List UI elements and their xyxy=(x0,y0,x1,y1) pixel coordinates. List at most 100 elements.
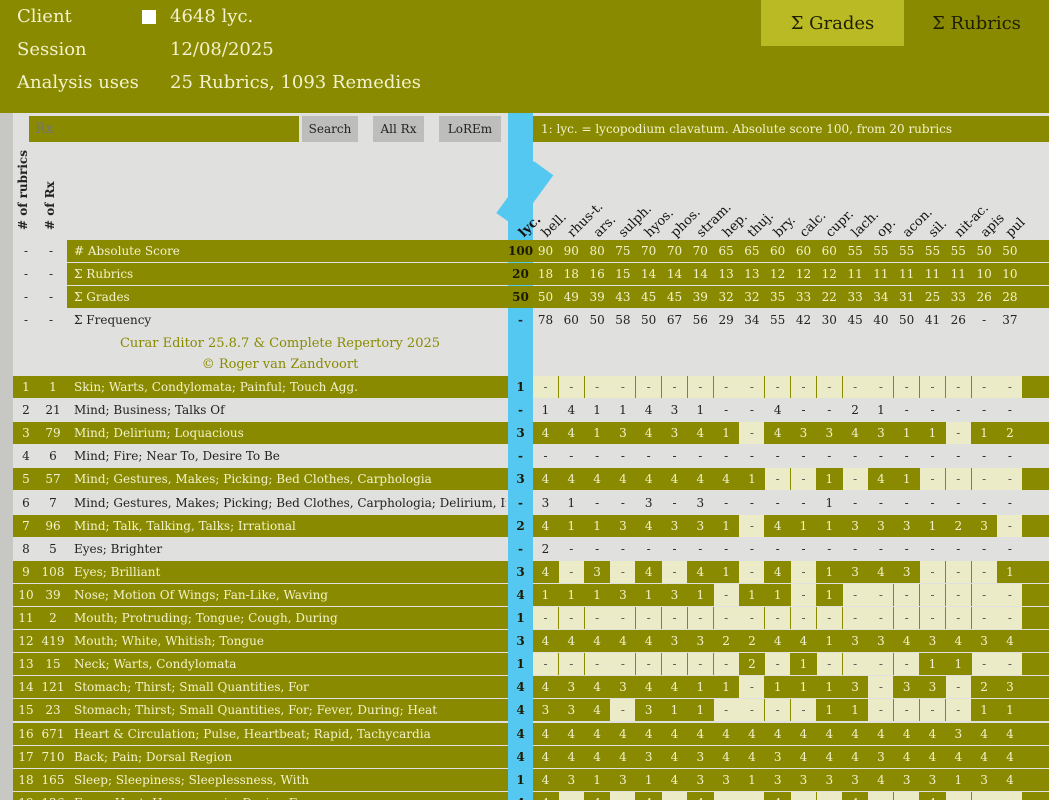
rubric-cell[interactable]: 4 xyxy=(662,769,687,791)
rubric-cell[interactable]: - xyxy=(920,468,945,490)
rubric-cell[interactable]: 1 xyxy=(687,676,713,698)
rubric-cell[interactable]: - xyxy=(662,445,687,467)
rubric-cell[interactable]: - xyxy=(791,538,816,560)
rubric-cell[interactable]: 3 xyxy=(610,769,636,791)
rubric-cell[interactable]: 1 xyxy=(533,399,558,421)
rubric-cell[interactable]: - xyxy=(791,584,816,606)
rubric-cell[interactable]: 1 xyxy=(816,699,842,721)
lorem-button[interactable]: LoREm xyxy=(439,116,501,142)
rubric-cell[interactable]: 1 xyxy=(816,492,842,514)
rubric-cell[interactable]: - xyxy=(945,399,971,421)
rubric-cell[interactable]: 1 xyxy=(920,653,945,675)
rubric-cell[interactable]: - xyxy=(636,376,662,398)
rubric-cell[interactable]: - xyxy=(636,607,662,629)
rubric-cell-selected[interactable]: 3 xyxy=(508,630,533,652)
rubric-cell-selected[interactable]: - xyxy=(508,445,533,467)
rubric-cell[interactable]: 4 xyxy=(894,746,920,768)
rubric-cell[interactable]: - xyxy=(971,653,997,675)
rubric-cell[interactable]: - xyxy=(868,376,894,398)
rubric-cell[interactable]: 1 xyxy=(894,422,920,444)
rubric-cell[interactable]: 4 xyxy=(791,746,816,768)
rubric-cell-selected[interactable]: - xyxy=(508,399,533,421)
rubric-cell[interactable]: 1 xyxy=(816,630,842,652)
rubric-cell[interactable]: - xyxy=(945,468,971,490)
rubric-cell[interactable]: - xyxy=(894,653,920,675)
rubric-cell[interactable]: 3 xyxy=(868,746,894,768)
rubric-cell[interactable]: 4 xyxy=(868,468,894,490)
rubric-cell[interactable]: 4 xyxy=(687,723,713,745)
rubric-cell[interactable]: - xyxy=(739,422,765,444)
remedy-label[interactable]: thuj. xyxy=(745,209,777,241)
rubric-label[interactable]: Mouth; White, Whitish; Tongue xyxy=(74,634,506,648)
rubric-cell[interactable]: 3 xyxy=(842,769,868,791)
rubric-cell[interactable]: 3 xyxy=(662,630,687,652)
rubric-cell[interactable]: - xyxy=(894,792,920,800)
rubric-cell[interactable]: 4 xyxy=(765,630,791,652)
rubric-cell-selected[interactable]: 3 xyxy=(508,422,533,444)
rubric-cell[interactable]: 2 xyxy=(739,630,765,652)
rubric-cell[interactable]: 4 xyxy=(558,746,584,768)
rubric-cell[interactable]: 4 xyxy=(610,723,636,745)
rubric-cell[interactable]: 1 xyxy=(610,399,636,421)
rubric-label[interactable]: Back; Pain; Dorsal Region xyxy=(74,750,506,764)
rubric-cell[interactable]: 1 xyxy=(765,584,791,606)
rubric-cell[interactable]: - xyxy=(610,376,636,398)
rubric-cell[interactable]: 1 xyxy=(920,515,945,537)
rubric-cell[interactable]: 4 xyxy=(584,676,610,698)
rubric-cell[interactable]: 4 xyxy=(945,746,971,768)
rubric-cell[interactable]: - xyxy=(662,607,687,629)
rubric-cell[interactable]: 1 xyxy=(791,676,816,698)
rx-search-input[interactable] xyxy=(29,116,299,142)
rubric-cell[interactable]: - xyxy=(997,515,1023,537)
rubric-cell[interactable]: - xyxy=(533,376,558,398)
rubric-cell[interactable]: 1 xyxy=(636,769,662,791)
rubric-cell[interactable]: 4 xyxy=(842,723,868,745)
rubric-cell[interactable]: - xyxy=(868,538,894,560)
rubric-label[interactable]: Nose; Motion Of Wings; Fan-Like, Waving xyxy=(74,588,506,602)
rubric-cell[interactable]: - xyxy=(791,399,816,421)
rubric-cell[interactable]: 3 xyxy=(558,699,584,721)
rubric-cell[interactable]: 1 xyxy=(687,399,713,421)
rubric-label[interactable]: Mouth; Protruding; Tongue; Cough, During xyxy=(74,611,506,625)
rubric-cell[interactable]: - xyxy=(868,699,894,721)
rubric-cell[interactable]: - xyxy=(816,445,842,467)
rubric-cell[interactable]: - xyxy=(739,792,765,800)
rubric-cell[interactable]: - xyxy=(997,792,1023,800)
rubric-label[interactable]: Mind; Gestures, Makes; Picking; Bed Clot… xyxy=(74,472,506,486)
rubric-cell[interactable]: 4 xyxy=(662,723,687,745)
rubric-cell[interactable]: - xyxy=(894,445,920,467)
rubric-cell[interactable]: 3 xyxy=(662,399,687,421)
rubric-cell[interactable]: 1 xyxy=(584,769,610,791)
rubric-cell[interactable]: - xyxy=(894,699,920,721)
rubric-cell[interactable]: 1 xyxy=(558,515,584,537)
rubric-cell[interactable]: 3 xyxy=(920,676,945,698)
rubric-cell[interactable]: - xyxy=(816,792,842,800)
rubric-cell[interactable]: 4 xyxy=(713,746,739,768)
rubric-cell-selected[interactable]: 4 xyxy=(508,699,533,721)
rubric-cell[interactable]: 4 xyxy=(584,468,610,490)
rubric-cell[interactable]: 2 xyxy=(971,676,997,698)
rubric-cell[interactable]: - xyxy=(945,607,971,629)
rubric-cell[interactable]: - xyxy=(791,792,816,800)
rubric-label[interactable]: Neck; Warts, Condylomata xyxy=(74,657,506,671)
rubric-cell[interactable]: 1 xyxy=(739,468,765,490)
rubric-cell[interactable]: 4 xyxy=(765,561,791,583)
rubric-cell[interactable]: - xyxy=(997,399,1023,421)
rubric-cell[interactable]: - xyxy=(687,376,713,398)
rubric-cell[interactable]: 1 xyxy=(816,676,842,698)
rubric-cell[interactable]: - xyxy=(920,584,945,606)
rubric-cell[interactable]: 4 xyxy=(533,723,558,745)
rubric-cell[interactable]: - xyxy=(971,607,997,629)
rubric-cell[interactable]: 4 xyxy=(636,561,662,583)
rubric-cell[interactable]: - xyxy=(584,376,610,398)
rubric-cell[interactable]: - xyxy=(842,468,868,490)
rubric-cell[interactable]: - xyxy=(558,653,584,675)
rubric-cell[interactable]: - xyxy=(816,607,842,629)
rubric-cell[interactable]: - xyxy=(662,376,687,398)
rubric-cell[interactable]: - xyxy=(997,492,1023,514)
rubric-cell[interactable]: 3 xyxy=(971,515,997,537)
rubric-cell[interactable]: - xyxy=(971,376,997,398)
rubric-cell[interactable]: 4 xyxy=(920,746,945,768)
rubric-cell[interactable]: 1 xyxy=(971,699,997,721)
rubric-cell[interactable]: 4 xyxy=(662,676,687,698)
